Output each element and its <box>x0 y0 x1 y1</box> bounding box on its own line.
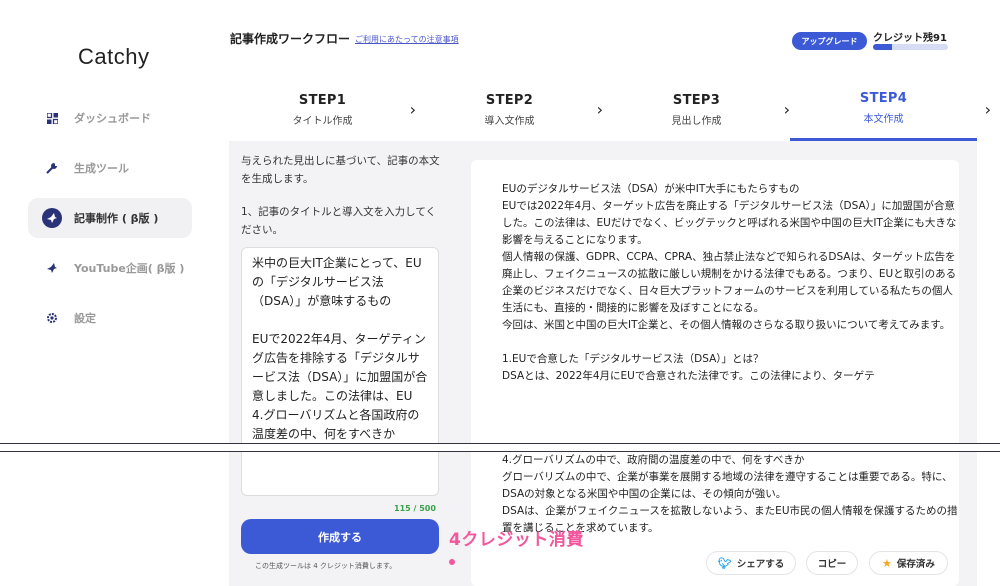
step-name: 見出し作成 <box>671 115 722 127</box>
step-number: STEP1 <box>298 92 347 108</box>
bird-icon <box>42 208 62 228</box>
sidebar-item-label: 生成ツール <box>74 162 129 175</box>
cut-line <box>0 443 1000 444</box>
upgrade-button[interactable]: アップグレード <box>792 32 867 50</box>
sidebar-item-label: ダッシュボード <box>74 112 151 125</box>
step-number: STEP4 <box>859 91 908 106</box>
share-button[interactable]: 🐦︎ シェアする <box>706 551 796 575</box>
step-name: 本文作成 <box>863 114 904 125</box>
step-number: STEP3 <box>672 92 721 108</box>
article-input[interactable]: 米中の巨大IT企業にとって、EUの「デジタルサービス法（DSA）」が意味するもの… <box>241 247 439 496</box>
form-instructions: 与えられた見出しに基づいて、記事の本文を生成します。 1、記事のタイトルと導入文… <box>241 152 441 239</box>
sidebar-nav: ダッシュボード 生成ツール 記事制作 ( β版 ) YouTube企画( β版 … <box>28 98 192 348</box>
page-title: 記事作成ワークフロー <box>230 32 351 46</box>
sidebar-item-dashboard[interactable]: ダッシュボード <box>28 98 192 138</box>
character-counter: 115 / 500 <box>394 504 436 513</box>
dashboard-icon <box>42 108 62 128</box>
output-paragraph: EUのデジタルサービス法（DSA）が米中IT大手にもたらすもの EUでは2022… <box>502 183 957 382</box>
sidebar-item-label: YouTube企画( β版 ) <box>74 262 185 275</box>
sidebar-item-tools[interactable]: 生成ツール <box>28 148 192 188</box>
chevron-right-icon: › <box>984 100 991 119</box>
instruction-text: 与えられた見出しに基づいて、記事の本文を生成します。 <box>241 155 440 185</box>
wrench-icon <box>42 158 62 178</box>
sidebar: Catchy ダッシュボード 生成ツール 記事制作 ( β版 ) YouTube… <box>0 0 228 586</box>
credit-bar-fill <box>873 44 892 50</box>
credit-note: この生成ツールは 4 クレジット消費します。 <box>255 562 397 570</box>
copy-button[interactable]: コピー <box>806 551 858 575</box>
instruction-text: 1、記事のタイトルと導入文を入力してください。 <box>241 206 437 236</box>
tab-step4[interactable]: STEP4 本文作成 › <box>790 78 991 141</box>
app-logo[interactable]: Catchy <box>78 44 149 70</box>
sidebar-item-label: 設定 <box>74 312 96 325</box>
annotation-dot <box>449 559 455 565</box>
saved-button[interactable]: ★ 保存済み <box>869 551 948 575</box>
star-icon: ★ <box>882 556 892 570</box>
notice-link[interactable]: ご利用にあたっての注意事項 <box>355 34 459 45</box>
credit-remaining: クレジット残91 <box>873 33 947 44</box>
tab-step2[interactable]: STEP2 導入文作成 › <box>416 78 604 141</box>
sidebar-item-article[interactable]: 記事制作 ( β版 ) <box>28 198 192 238</box>
copy-label: コピー <box>817 559 847 570</box>
step-name: 導入文作成 <box>484 115 535 127</box>
sidebar-item-label: 記事制作 ( β版 ) <box>74 212 159 225</box>
tab-step3[interactable]: STEP3 見出し作成 › <box>603 78 791 141</box>
saved-label: 保存済み <box>896 559 935 570</box>
credit-annotation: 4クレジット消費 <box>449 530 584 550</box>
twitter-icon: 🐦︎ <box>717 556 732 570</box>
step-number: STEP2 <box>485 92 534 108</box>
share-label: シェアする <box>736 559 785 570</box>
step-tabs: STEP1 タイトル作成 › STEP2 導入文作成 › STEP3 見出し作成… <box>229 78 991 141</box>
generate-button[interactable]: 作成する <box>241 519 439 554</box>
bird-icon <box>42 258 62 278</box>
gear-icon <box>42 308 62 328</box>
tab-step1[interactable]: STEP1 タイトル作成 › <box>229 78 417 141</box>
credit-bar <box>873 44 948 50</box>
step-name: タイトル作成 <box>292 115 353 127</box>
sidebar-item-settings[interactable]: 設定 <box>28 298 192 338</box>
sidebar-item-youtube[interactable]: YouTube企画( β版 ) <box>28 248 192 288</box>
